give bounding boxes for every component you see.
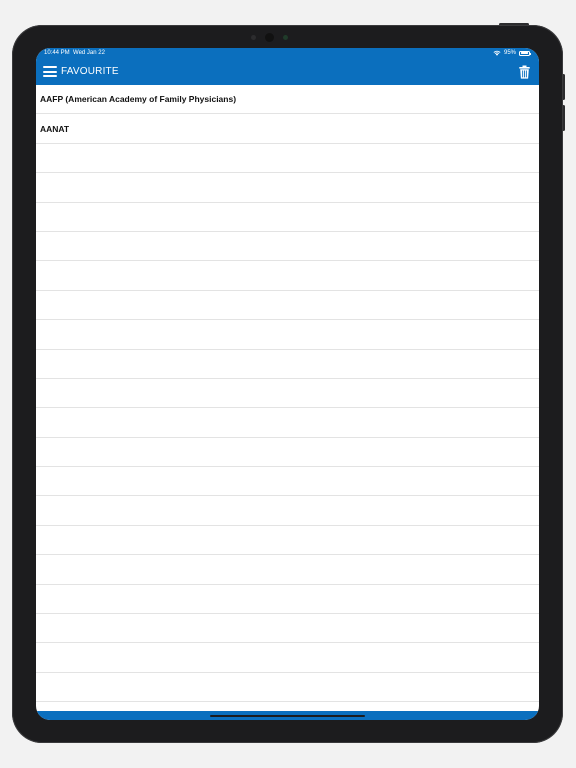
favourite-list-item bbox=[36, 643, 539, 673]
sensor-dot-left bbox=[251, 35, 256, 40]
favourite-item-label: AANAT bbox=[40, 123, 70, 134]
favourite-list-item bbox=[36, 585, 539, 615]
hamburger-menu-icon[interactable] bbox=[43, 66, 57, 78]
trash-icon[interactable] bbox=[519, 65, 530, 79]
front-camera bbox=[265, 33, 274, 42]
battery-fill bbox=[520, 52, 529, 54]
favourite-list-item bbox=[36, 614, 539, 644]
status-bar: 10:44 PM Wed Jan 22 95% bbox=[36, 50, 539, 60]
favourites-list: AAFP (American Academy of Family Physici… bbox=[36, 85, 539, 720]
status-indicators: 95% bbox=[493, 50, 531, 56]
favourite-list-item bbox=[36, 173, 539, 203]
favourite-list-item bbox=[36, 320, 539, 350]
bottom-bar bbox=[36, 711, 539, 720]
sensor-dot-right bbox=[283, 35, 288, 40]
favourite-list-item bbox=[36, 438, 539, 468]
battery-percent: 95% bbox=[503, 50, 516, 56]
favourite-list-item bbox=[36, 408, 539, 438]
app-screen: 10:44 PM Wed Jan 22 95% FAVOURITE AAFP (… bbox=[36, 48, 539, 720]
favourite-list-item bbox=[36, 291, 539, 321]
favourite-list-item bbox=[36, 379, 539, 409]
favourite-item-label: AAFP (American Academy of Family Physici… bbox=[40, 94, 237, 105]
favourite-list-item bbox=[36, 526, 539, 556]
favourite-list-item[interactable]: AAFP (American Academy of Family Physici… bbox=[36, 85, 539, 115]
favourite-list-item bbox=[36, 261, 539, 291]
favourite-list-item bbox=[36, 203, 539, 232]
app-header: 10:44 PM Wed Jan 22 95% FAVOURITE bbox=[36, 48, 539, 85]
battery-icon bbox=[519, 50, 531, 56]
wifi-icon bbox=[493, 50, 501, 56]
navigation-bar: FAVOURITE bbox=[36, 62, 539, 82]
favourite-list-item bbox=[36, 232, 539, 262]
favourite-list-item bbox=[36, 350, 539, 379]
favourite-list-item bbox=[36, 496, 539, 526]
home-indicator[interactable] bbox=[210, 714, 365, 717]
favourite-list-item[interactable]: AANAT bbox=[36, 114, 539, 144]
status-time: 10:44 PM bbox=[44, 50, 70, 56]
page-title: FAVOURITE bbox=[61, 66, 119, 77]
favourite-list-item bbox=[36, 555, 539, 585]
favourite-list-item bbox=[36, 144, 539, 174]
status-date: Wed Jan 22 bbox=[73, 50, 105, 56]
favourite-list-item bbox=[36, 673, 539, 703]
favourite-list-item bbox=[36, 467, 539, 497]
